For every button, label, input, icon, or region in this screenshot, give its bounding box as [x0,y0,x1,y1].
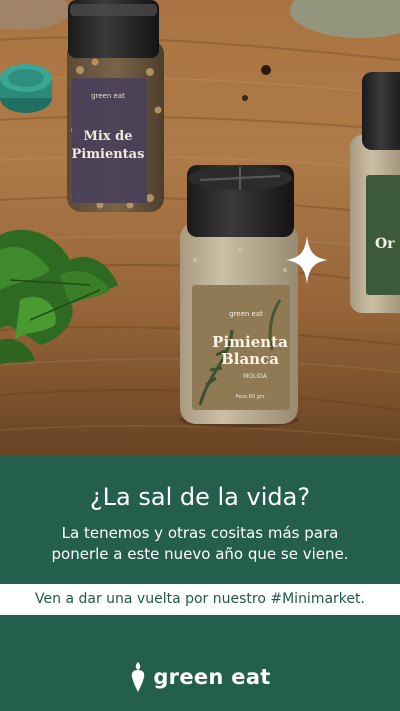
carrot-icon [132,662,145,692]
right-jar-label: Or [375,236,395,252]
story-page: green eat Mix de Pimientas Or green eat … [0,0,400,711]
left-jar-label-1: Mix de [84,129,133,144]
spice-jars-photo: green eat Mix de Pimientas Or green eat … [0,0,400,455]
left-jar-label-2: Pimientas [72,147,145,162]
subheadline-line-2: ponerle a este nuevo año que se viene. [51,545,349,563]
center-jar-sub: MOLIDA [243,373,268,380]
center-jar-brand: green eat [229,310,263,318]
logo-text: green eat [153,665,271,689]
left-jar-brand: green eat [91,92,125,100]
jar-pimienta-blanca: green eat Pimienta Blanca MOLIDA Peso 60… [179,165,299,428]
jar-mix-pimientas: green eat Mix de Pimientas [67,0,164,212]
cta-text: Ven a dar una vuelta por nuestro #Minima… [35,591,365,607]
right-jar-cap [362,72,400,150]
headline: ¿La sal de la vida? [89,483,311,511]
center-jar-label-2: Blanca [221,350,279,368]
subheadline-line-1: La tenemos y otras cositas más para [61,524,339,542]
center-jar-weight: Peso 60 grs [236,394,265,400]
teal-lid [0,64,52,113]
brand-logo: green eat [0,662,400,692]
center-jar-label-1: Pimienta [212,333,288,351]
product-photo: green eat Mix de Pimientas Or green eat … [0,0,400,455]
cta-band: Ven a dar una vuelta por nuestro #Minima… [0,584,400,615]
